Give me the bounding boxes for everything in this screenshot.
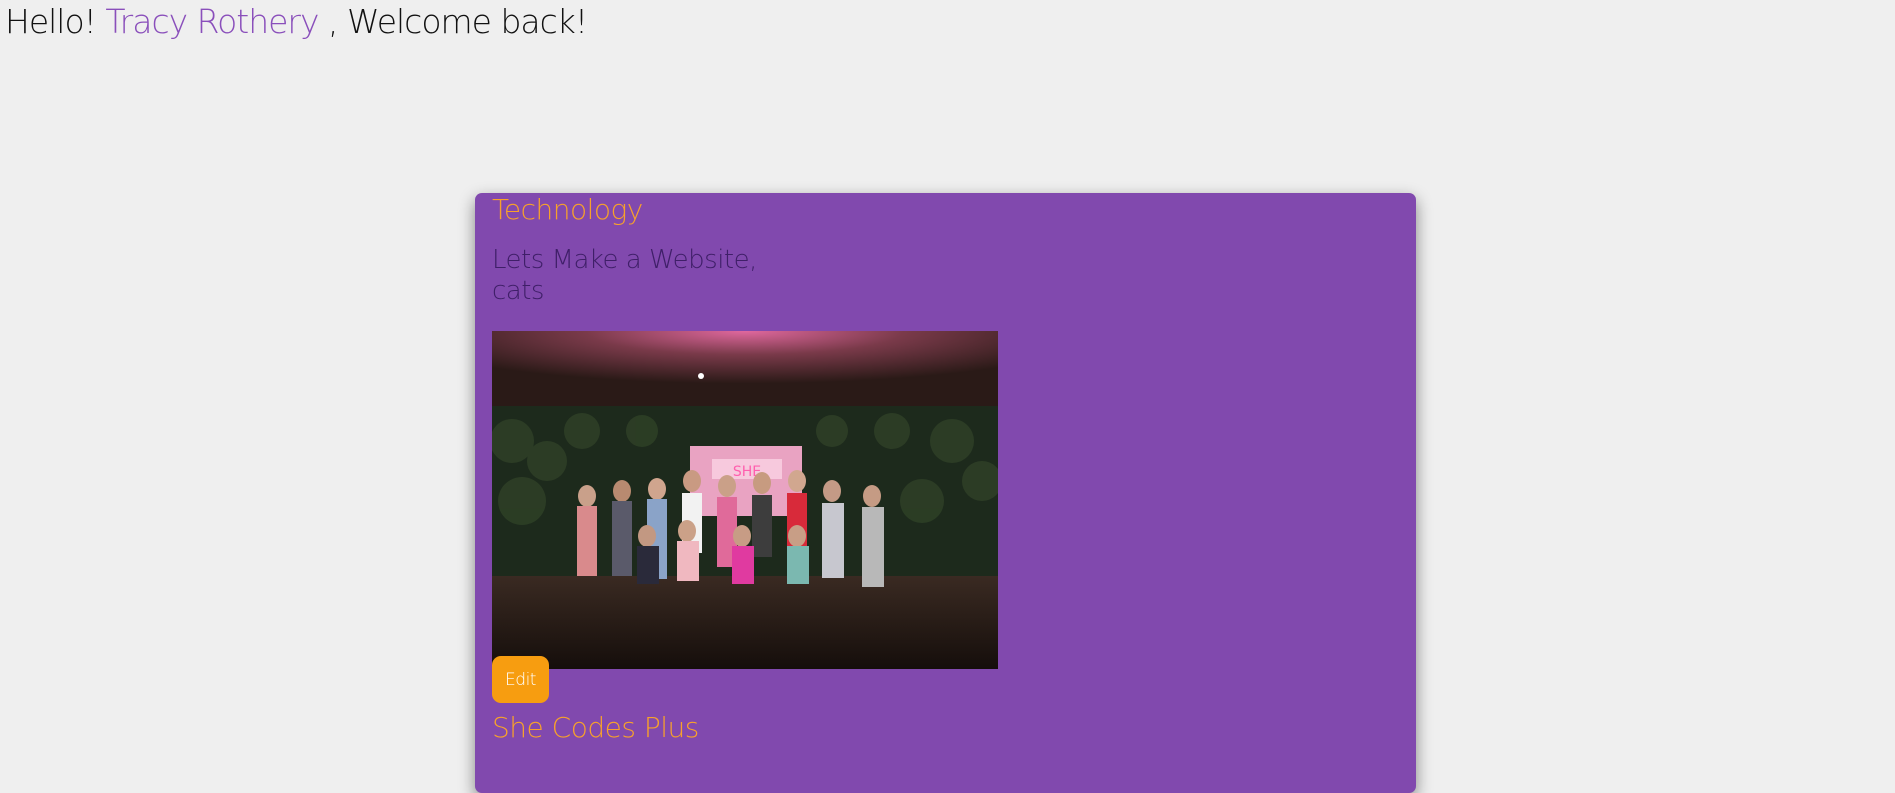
user-name[interactable]: Tracy Rothery [105, 2, 319, 41]
welcome-heading: Hello! Tracy Rothery , Welcome back! [5, 2, 588, 42]
post-card: Technology Lets Make a Website, cats SHE… [475, 193, 1416, 793]
greeting-prefix: Hello! [5, 2, 97, 41]
greeting-suffix: , Welcome back! [328, 2, 588, 41]
post-category: Technology [492, 193, 643, 226]
post-title[interactable]: Lets Make a Website, cats [492, 245, 782, 307]
post-author[interactable]: She Codes Plus [492, 711, 699, 745]
edit-button[interactable]: Edit [492, 656, 549, 703]
post-image: SHE [492, 331, 998, 669]
